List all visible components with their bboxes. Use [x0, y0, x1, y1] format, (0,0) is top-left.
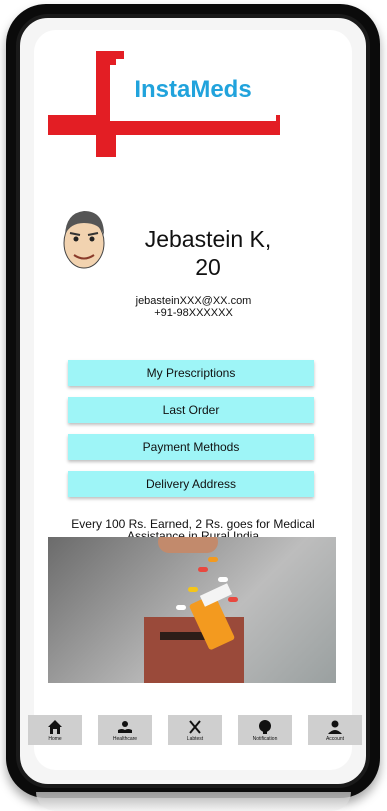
- profile-phone: +91-98XXXXXX: [154, 307, 233, 319]
- profile-email: jebasteinXXX@XX.com: [135, 295, 252, 307]
- phone-reflection: [36, 792, 351, 811]
- avatar: [63, 211, 105, 269]
- nav-labtest-label: Labtest: [186, 735, 204, 742]
- logo-cross-top: [96, 51, 124, 59]
- nav-labtest[interactable]: Labtest: [168, 715, 222, 745]
- instameds-logo: InstaMeds: [48, 51, 288, 157]
- banner-hand: [158, 537, 218, 553]
- profile-age: 20: [195, 254, 221, 280]
- banner-pill: [208, 557, 218, 562]
- healthcare-icon: [118, 720, 132, 733]
- banner-pill: [218, 577, 228, 582]
- donation-banner-image: [48, 537, 336, 683]
- nav-account-label: Account: [325, 735, 345, 742]
- banner-pill: [188, 587, 198, 592]
- last-order-button[interactable]: Last Order: [68, 397, 314, 423]
- nav-notification-label: Notification: [252, 735, 278, 742]
- nav-home[interactable]: Home: [28, 715, 82, 745]
- home-icon: [48, 719, 62, 734]
- profile-contact: jebasteinXXX@XX.com +91-98XXXXXX: [0, 295, 387, 319]
- profile-name: Jebastein K, 20: [128, 225, 288, 281]
- nav-healthcare[interactable]: Healthcare: [98, 715, 152, 745]
- account-icon: [328, 720, 342, 734]
- logo-text: InstaMeds: [134, 76, 252, 103]
- labtest-icon: [189, 719, 201, 734]
- banner-pill: [198, 567, 208, 572]
- notification-icon: [259, 719, 271, 734]
- delivery-address-button[interactable]: Delivery Address: [68, 471, 314, 497]
- banner-pill: [228, 597, 238, 602]
- nav-home-label: Home: [48, 735, 62, 742]
- bottom-navigation: Home Healthcare Labtest Notification Acc…: [28, 715, 362, 745]
- banner-pill: [176, 605, 186, 610]
- my-prescriptions-button[interactable]: My Prescriptions: [68, 360, 314, 386]
- nav-account[interactable]: Account: [308, 715, 362, 745]
- nav-healthcare-label: Healthcare: [112, 735, 138, 742]
- payment-methods-button[interactable]: Payment Methods: [68, 434, 314, 460]
- profile-name-line1: Jebastein K,: [144, 226, 272, 252]
- nav-notification[interactable]: Notification: [238, 715, 292, 745]
